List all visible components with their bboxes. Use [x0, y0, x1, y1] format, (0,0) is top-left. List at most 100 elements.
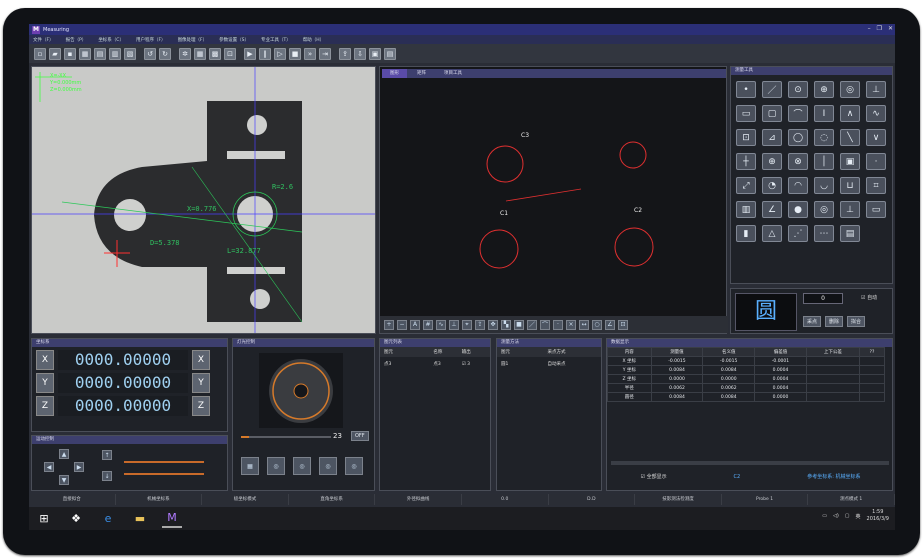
measure-tool-10-icon[interactable]: Ⅰ: [814, 105, 834, 122]
measure-tool-41-icon[interactable]: ▤: [840, 225, 860, 242]
light-slider[interactable]: [241, 436, 331, 438]
measure-tool-14-icon[interactable]: ⊿: [762, 129, 782, 146]
measure-tool-17-icon[interactable]: ╲: [840, 129, 860, 146]
measure-tool-36-icon[interactable]: ▭: [866, 201, 886, 218]
fit-button[interactable]: 拟合: [847, 316, 866, 327]
tab-matrix[interactable]: 矩阵: [409, 69, 434, 78]
fill-icon[interactable]: ▚: [501, 319, 511, 330]
speed-slider-2[interactable]: [124, 473, 204, 475]
measuring-app-icon[interactable]: M: [162, 510, 182, 528]
z-down-icon[interactable]: ↓: [102, 471, 112, 481]
measure-tool-24-icon[interactable]: ·: [866, 153, 886, 170]
y-zero-button[interactable]: Y: [192, 373, 210, 393]
notification-icon[interactable]: ▢: [845, 513, 850, 519]
redo-icon[interactable]: ↻: [159, 47, 171, 60]
measure-tool-29-icon[interactable]: ⊔: [840, 177, 860, 194]
windows-start-icon[interactable]: ⊞: [34, 510, 54, 528]
skip-icon[interactable]: ⇥: [319, 47, 331, 60]
task-view-icon[interactable]: ❖: [66, 510, 86, 528]
circle-icon[interactable]: ○: [592, 319, 602, 330]
tab-graphic[interactable]: 图形: [382, 69, 407, 78]
speed-slider-1[interactable]: [124, 461, 204, 463]
menu-tools[interactable]: 专业工具（T）: [261, 37, 291, 43]
table-icon[interactable]: ▤: [384, 47, 396, 60]
measure-tool-8-icon[interactable]: ▢: [762, 105, 782, 122]
save-as-icon[interactable]: ▦: [79, 47, 91, 60]
measure-tool-19-icon[interactable]: ┼: [736, 153, 756, 170]
volume-icon[interactable]: ◁): [833, 513, 839, 519]
y-axis-button[interactable]: Y: [36, 373, 54, 393]
measure-tool-21-icon[interactable]: ⊗: [788, 153, 808, 170]
measure-tool-1-icon[interactable]: •: [736, 81, 756, 98]
save-icon[interactable]: ▪: [64, 47, 76, 60]
show-all-checkbox[interactable]: ☑ 全部显示: [640, 473, 666, 480]
measure-tool-4-icon[interactable]: ⊕: [814, 81, 834, 98]
axis-icon[interactable]: ⊥: [449, 319, 459, 330]
snap-icon[interactable]: ⌖: [462, 319, 472, 330]
jog-right-icon[interactable]: ▶: [74, 462, 84, 472]
menu-help[interactable]: 帮助（H）: [303, 37, 324, 43]
measure-icon[interactable]: ⊡: [618, 319, 628, 330]
z-zero-button[interactable]: Z: [192, 396, 210, 416]
measure-tool-20-icon[interactable]: ⊕: [762, 153, 782, 170]
x-zero-button[interactable]: X: [192, 350, 210, 370]
angle-icon[interactable]: ∠: [605, 319, 615, 330]
light-mode-1-icon[interactable]: ▦: [241, 457, 259, 475]
point-icon[interactable]: ·: [553, 319, 563, 330]
measure-tool-15-icon[interactable]: ◯: [788, 129, 808, 146]
point-count-field[interactable]: 0: [803, 293, 843, 304]
maximize-button[interactable]: ❐: [877, 25, 882, 32]
tab-project-tools[interactable]: 项目工具: [436, 69, 470, 78]
x-axis-button[interactable]: X: [36, 350, 54, 370]
grid-icon[interactable]: ▦: [194, 47, 206, 60]
box-icon[interactable]: ■: [514, 319, 524, 330]
light-mode-3-icon[interactable]: ◎: [293, 457, 311, 475]
network-icon[interactable]: ▭: [822, 513, 827, 519]
fast-forward-icon[interactable]: »: [304, 47, 316, 60]
menu-settings[interactable]: 参数设置（S）: [219, 37, 249, 43]
report-icon[interactable]: ▧: [124, 47, 136, 60]
print-icon[interactable]: ▤: [94, 47, 106, 60]
table-row[interactable]: 半径 0.0062 0.0062 0.0004: [607, 383, 886, 393]
pause-icon[interactable]: ‖: [259, 47, 271, 60]
grid-icon[interactable]: #: [423, 319, 433, 330]
edge-browser-icon[interactable]: e: [98, 510, 118, 528]
zoom-in-icon[interactable]: +: [384, 319, 394, 330]
input-language[interactable]: 英: [856, 513, 861, 520]
measure-tool-23-icon[interactable]: ▣: [840, 153, 860, 170]
print-preview-icon[interactable]: ▥: [109, 47, 121, 60]
text-icon[interactable]: A: [410, 319, 420, 330]
menu-program[interactable]: 用户程序（F）: [136, 37, 166, 43]
measure-tool-11-icon[interactable]: ∧: [840, 105, 860, 122]
measure-tool-40-icon[interactable]: ⋯: [814, 225, 834, 242]
measure-tool-26-icon[interactable]: ◔: [762, 177, 782, 194]
table-row[interactable]: 圆1 自动采点: [497, 357, 601, 371]
measure-tool-28-icon[interactable]: ◡: [814, 177, 834, 194]
file-explorer-icon[interactable]: ▬: [130, 510, 150, 528]
minimize-button[interactable]: –: [868, 25, 871, 32]
measure-tool-39-icon[interactable]: ⋰: [788, 225, 808, 242]
table-row[interactable]: Y 坐标 0.0084 0.0084 0.0004: [607, 365, 886, 375]
z-up-icon[interactable]: ↑: [102, 450, 112, 460]
measure-tool-9-icon[interactable]: ⌒: [788, 105, 808, 122]
delete-button[interactable]: 删除: [825, 316, 844, 327]
step-icon[interactable]: ▷: [274, 47, 286, 60]
curve-icon[interactable]: ∿: [436, 319, 446, 330]
menu-image[interactable]: 图像处理（F）: [178, 37, 208, 43]
fit-icon[interactable]: ⊡: [224, 47, 236, 60]
menu-file[interactable]: 文件（F）: [33, 37, 54, 43]
measure-tool-16-icon[interactable]: ◌: [814, 129, 834, 146]
measure-tool-34-icon[interactable]: ◎: [814, 201, 834, 218]
measure-tool-35-icon[interactable]: ⊥: [840, 201, 860, 218]
export-icon[interactable]: ⇪: [475, 319, 485, 330]
measure-tool-37-icon[interactable]: ▮: [736, 225, 756, 242]
table-row[interactable]: X 坐标 -0.0015 -0.0015 -0.0001: [607, 356, 886, 366]
measure-tool-33-icon[interactable]: ●: [788, 201, 808, 218]
table-row[interactable]: 圆径 0.0084 0.0084 0.0000: [607, 392, 886, 402]
color-icon[interactable]: ▩: [209, 47, 221, 60]
measure-tool-6-icon[interactable]: ⊥: [866, 81, 886, 98]
measure-tool-7-icon[interactable]: ▭: [736, 105, 756, 122]
arc-icon[interactable]: ⌒: [540, 319, 550, 330]
gear-icon[interactable]: ✲: [179, 47, 191, 60]
measure-tool-27-icon[interactable]: ◠: [788, 177, 808, 194]
